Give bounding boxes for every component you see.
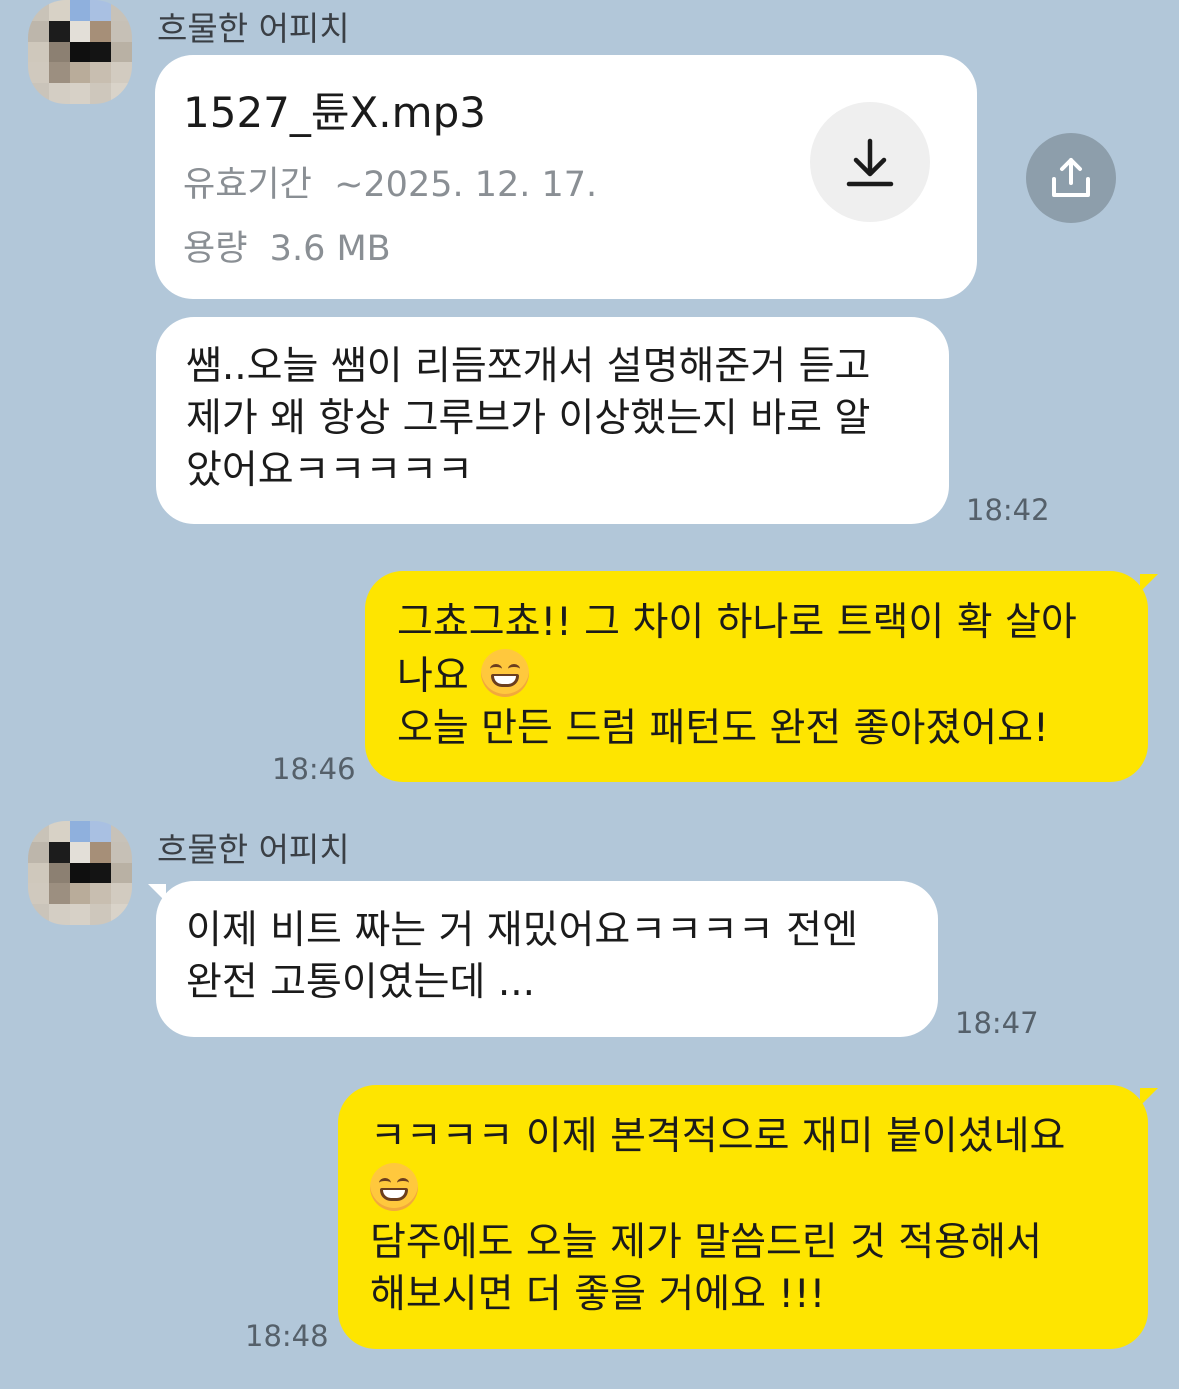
download-button[interactable] — [810, 102, 930, 222]
grinning-face-emoji — [481, 649, 530, 697]
sender-avatar[interactable] — [28, 821, 132, 925]
message-timestamp: 18:48 — [245, 1319, 329, 1353]
file-expiry-row: 유효기간 ~2025. 12. 17. — [183, 159, 597, 211]
message-text-line-with-emoji: 나요 — [397, 649, 1148, 703]
message-text-line: 오늘 만든 드럼 패턴도 완전 좋아졌어요! — [397, 706, 1049, 751]
file-expiry-label: 유효기간 — [183, 165, 312, 205]
grinning-face-emoji — [370, 1163, 418, 1211]
bubble-tail — [1140, 574, 1158, 592]
sender-name: 흐물한 어피치 — [157, 9, 350, 48]
message-timestamp: 18:42 — [966, 493, 1050, 527]
sender-name: 흐물한 어피치 — [157, 830, 350, 869]
message-text-line: 담주에도 오늘 제가 말씀드린 것 적용해서 — [370, 1220, 1042, 1265]
share-icon — [1052, 158, 1090, 197]
message-bubble-received[interactable]: 이제 비트 짜는 거 재밌어요ㅋㅋㅋㅋ 전엔 완전 고통이였는데 ... — [156, 881, 938, 1037]
message-timestamp: 18:47 — [955, 1006, 1039, 1040]
sender-avatar[interactable] — [28, 0, 132, 104]
bubble-tail — [1140, 1088, 1158, 1106]
file-name: 1527_튠X.mp3 — [183, 88, 486, 137]
message-text-fragment: 나요 — [397, 654, 469, 699]
message-text-line: ㅋㅋㅋㅋ 이제 본격적으로 재미 붙이셨네요 — [370, 1114, 1066, 1159]
message-text-line: 쌤..오늘 쌤이 리듬쪼개서 설명해준거 듣고 — [186, 344, 871, 389]
message-text-line: 그쵸그쵸!! 그 차이 하나로 트랙이 확 살아 — [397, 600, 1077, 645]
message-bubble-sent[interactable]: 그쵸그쵸!! 그 차이 하나로 트랙이 확 살아 나요 오늘 만든 드럼 패턴도… — [365, 571, 1148, 782]
file-size-value: 3.6 MB — [269, 229, 391, 269]
message-text-line: 았어요ㅋㅋㅋㅋㅋ — [186, 448, 474, 493]
share-button[interactable] — [1026, 133, 1116, 223]
message-bubble-sent[interactable]: ㅋㅋㅋㅋ 이제 본격적으로 재미 붙이셨네요 담주에도 오늘 제가 말씀드린 것… — [338, 1085, 1148, 1349]
message-text-line-with-emoji — [370, 1163, 1148, 1217]
message-text-line: 해보시면 더 좋을 거에요 !!! — [370, 1272, 826, 1317]
message-text-line: 이제 비트 짜는 거 재밌어요ㅋㅋㅋㅋ 전엔 — [186, 908, 858, 953]
message-text-line: 제가 왜 항상 그루브가 이상했는지 바로 알 — [186, 396, 871, 441]
download-icon — [846, 138, 894, 187]
file-expiry-value: ~2025. 12. 17. — [334, 165, 598, 205]
file-size-row: 용량 3.6 MB — [183, 223, 391, 275]
message-bubble-received[interactable]: 쌤..오늘 쌤이 리듬쪼개서 설명해준거 듣고 제가 왜 항상 그루브가 이상했… — [156, 317, 949, 524]
file-size-label: 용량 — [183, 229, 248, 269]
message-text-line: 완전 고통이였는데 ... — [186, 960, 536, 1005]
file-message-bubble[interactable]: 1527_튠X.mp3 유효기간 ~2025. 12. 17. 용량 3.6 M… — [155, 55, 977, 299]
message-timestamp: 18:46 — [272, 752, 356, 786]
